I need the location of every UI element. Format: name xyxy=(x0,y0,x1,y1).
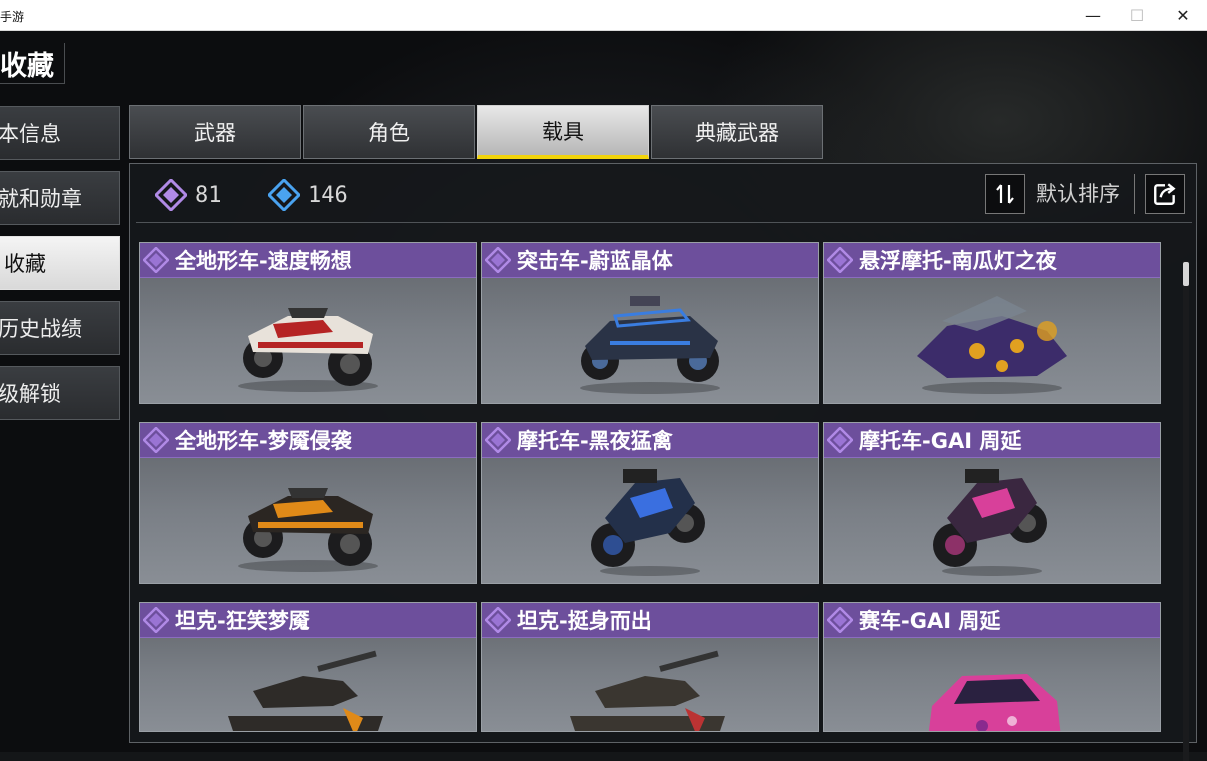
vehicle-card-header: 突击车-蔚蓝晶体 xyxy=(482,243,818,278)
vehicle-card[interactable]: 突击车-蔚蓝晶体 xyxy=(481,242,819,404)
vehicle-image xyxy=(140,458,476,583)
purple-gem-icon xyxy=(485,607,511,633)
vehicle-card-header: 坦克-挺身而出 xyxy=(482,603,818,638)
minimize-button[interactable]: — xyxy=(1070,0,1116,31)
vehicle-card[interactable]: 全地形车-速度畅想 xyxy=(139,242,477,404)
minimize-icon: — xyxy=(1085,6,1101,25)
vehicle-image xyxy=(824,458,1160,583)
blue-gem-count: 146 xyxy=(308,182,348,208)
vehicle-card-title: 摩托车-GAI 周延 xyxy=(859,429,1022,453)
maximize-button[interactable]: ☐ xyxy=(1114,0,1160,31)
tab-label: 角色 xyxy=(368,121,410,145)
vehicle-card-header: 摩托车-GAI 周延 xyxy=(824,423,1160,458)
vehicle-card-title: 赛车-GAI 周延 xyxy=(859,609,1001,633)
vehicle-card-title: 坦克-狂笑梦魇 xyxy=(175,609,310,633)
tab-label: 载具 xyxy=(542,119,584,144)
blue-gem-icon xyxy=(268,179,300,211)
vehicle-image xyxy=(824,638,1160,731)
vehicle-card-header: 坦克-狂笑梦魇 xyxy=(140,603,476,638)
vehicle-image xyxy=(482,278,818,403)
scrollbar-thumb[interactable] xyxy=(1183,262,1189,286)
sort-toggle-button[interactable] xyxy=(985,174,1025,214)
vehicle-card-title: 坦克-挺身而出 xyxy=(517,609,652,633)
sidebar-item-label: 级解锁 xyxy=(0,382,61,406)
sidebar-item-label: 收藏 xyxy=(4,252,46,276)
sidebar-item-label: 历史战绩 xyxy=(0,317,82,341)
sidebar-item-history[interactable]: 历史战绩 xyxy=(0,301,120,355)
maximize-icon: ☐ xyxy=(1129,6,1145,25)
sidebar-item-label: 就和勋章 xyxy=(0,187,82,211)
vehicle-card-title: 悬浮摩托-南瓜灯之夜 xyxy=(859,249,1057,273)
vehicle-card[interactable]: 悬浮摩托-南瓜灯之夜 xyxy=(823,242,1161,404)
tab-weapons[interactable]: 武器 xyxy=(129,105,301,159)
sidebar-item-unlock[interactable]: 级解锁 xyxy=(0,366,120,420)
purple-gem-icon xyxy=(143,607,169,633)
purple-gem-icon xyxy=(485,427,511,453)
vehicle-card-title: 全地形车-梦魇侵袭 xyxy=(175,429,352,453)
window-titlebar: 手游 — ☐ ✕ xyxy=(0,0,1207,31)
vehicle-image xyxy=(140,638,476,731)
vehicle-image xyxy=(824,278,1160,403)
vehicle-card[interactable]: 赛车-GAI 周延 xyxy=(823,602,1161,732)
tab-label: 武器 xyxy=(194,121,236,145)
vehicle-image xyxy=(482,638,818,731)
vehicle-card[interactable]: 摩托车-GAI 周延 xyxy=(823,422,1161,584)
vehicle-card-header: 全地形车-梦魇侵袭 xyxy=(140,423,476,458)
tab-label: 典藏武器 xyxy=(695,121,779,145)
sort-label[interactable]: 默认排序 xyxy=(1036,178,1120,208)
vehicle-card-header: 摩托车-黑夜猛禽 xyxy=(482,423,818,458)
vehicle-image xyxy=(482,458,818,583)
share-icon xyxy=(1154,183,1176,205)
sidebar-item-collection[interactable]: 收藏 xyxy=(0,236,120,290)
share-button[interactable] xyxy=(1145,174,1185,214)
close-icon: ✕ xyxy=(1176,6,1190,25)
sort-arrows-icon xyxy=(996,184,1014,204)
sidebar-item-achievements[interactable]: 就和勋章 xyxy=(0,171,120,225)
panel-divider xyxy=(136,222,1192,223)
purple-gem-icon xyxy=(827,247,853,273)
purple-gem-icon xyxy=(827,427,853,453)
tab-collection-weapons[interactable]: 典藏武器 xyxy=(651,105,823,159)
purple-gem-stat: 81 xyxy=(155,179,222,211)
vehicle-card[interactable]: 坦克-挺身而出 xyxy=(481,602,819,732)
tab-vehicles[interactable]: 载具 xyxy=(477,105,649,159)
sidebar-item-label: 本信息 xyxy=(0,122,61,146)
vehicle-card[interactable]: 坦克-狂笑梦魇 xyxy=(139,602,477,732)
vehicle-card-header: 悬浮摩托-南瓜灯之夜 xyxy=(824,243,1160,278)
vehicle-card-title: 全地形车-速度畅想 xyxy=(175,249,352,273)
vehicle-image xyxy=(140,278,476,403)
window-title: 手游 xyxy=(0,10,25,24)
game-view: 收藏 本信息 就和勋章 收藏 历史战绩 级解锁 武器 角色 载具 典藏武器 81… xyxy=(0,31,1207,761)
purple-gem-count: 81 xyxy=(195,182,222,208)
vehicle-card-header: 全地形车-速度畅想 xyxy=(140,243,476,278)
scrollbar-track[interactable] xyxy=(1183,261,1189,761)
purple-gem-icon xyxy=(143,427,169,453)
vehicle-card-title: 突击车-蔚蓝晶体 xyxy=(517,249,673,273)
page-title: 收藏 xyxy=(0,43,65,84)
toolbar-divider xyxy=(1134,174,1135,214)
purple-gem-icon xyxy=(827,607,853,633)
purple-gem-icon xyxy=(143,247,169,273)
close-button[interactable]: ✕ xyxy=(1160,0,1206,31)
vehicle-card[interactable]: 摩托车-黑夜猛禽 xyxy=(481,422,819,584)
vehicle-card-title: 摩托车-黑夜猛禽 xyxy=(517,429,673,453)
vehicle-card-header: 赛车-GAI 周延 xyxy=(824,603,1160,638)
purple-gem-icon xyxy=(485,247,511,273)
vehicle-card[interactable]: 全地形车-梦魇侵袭 xyxy=(139,422,477,584)
blue-gem-stat: 146 xyxy=(268,179,348,211)
tab-characters[interactable]: 角色 xyxy=(303,105,475,159)
purple-gem-icon xyxy=(155,179,187,211)
sidebar-item-basic-info[interactable]: 本信息 xyxy=(0,106,120,160)
